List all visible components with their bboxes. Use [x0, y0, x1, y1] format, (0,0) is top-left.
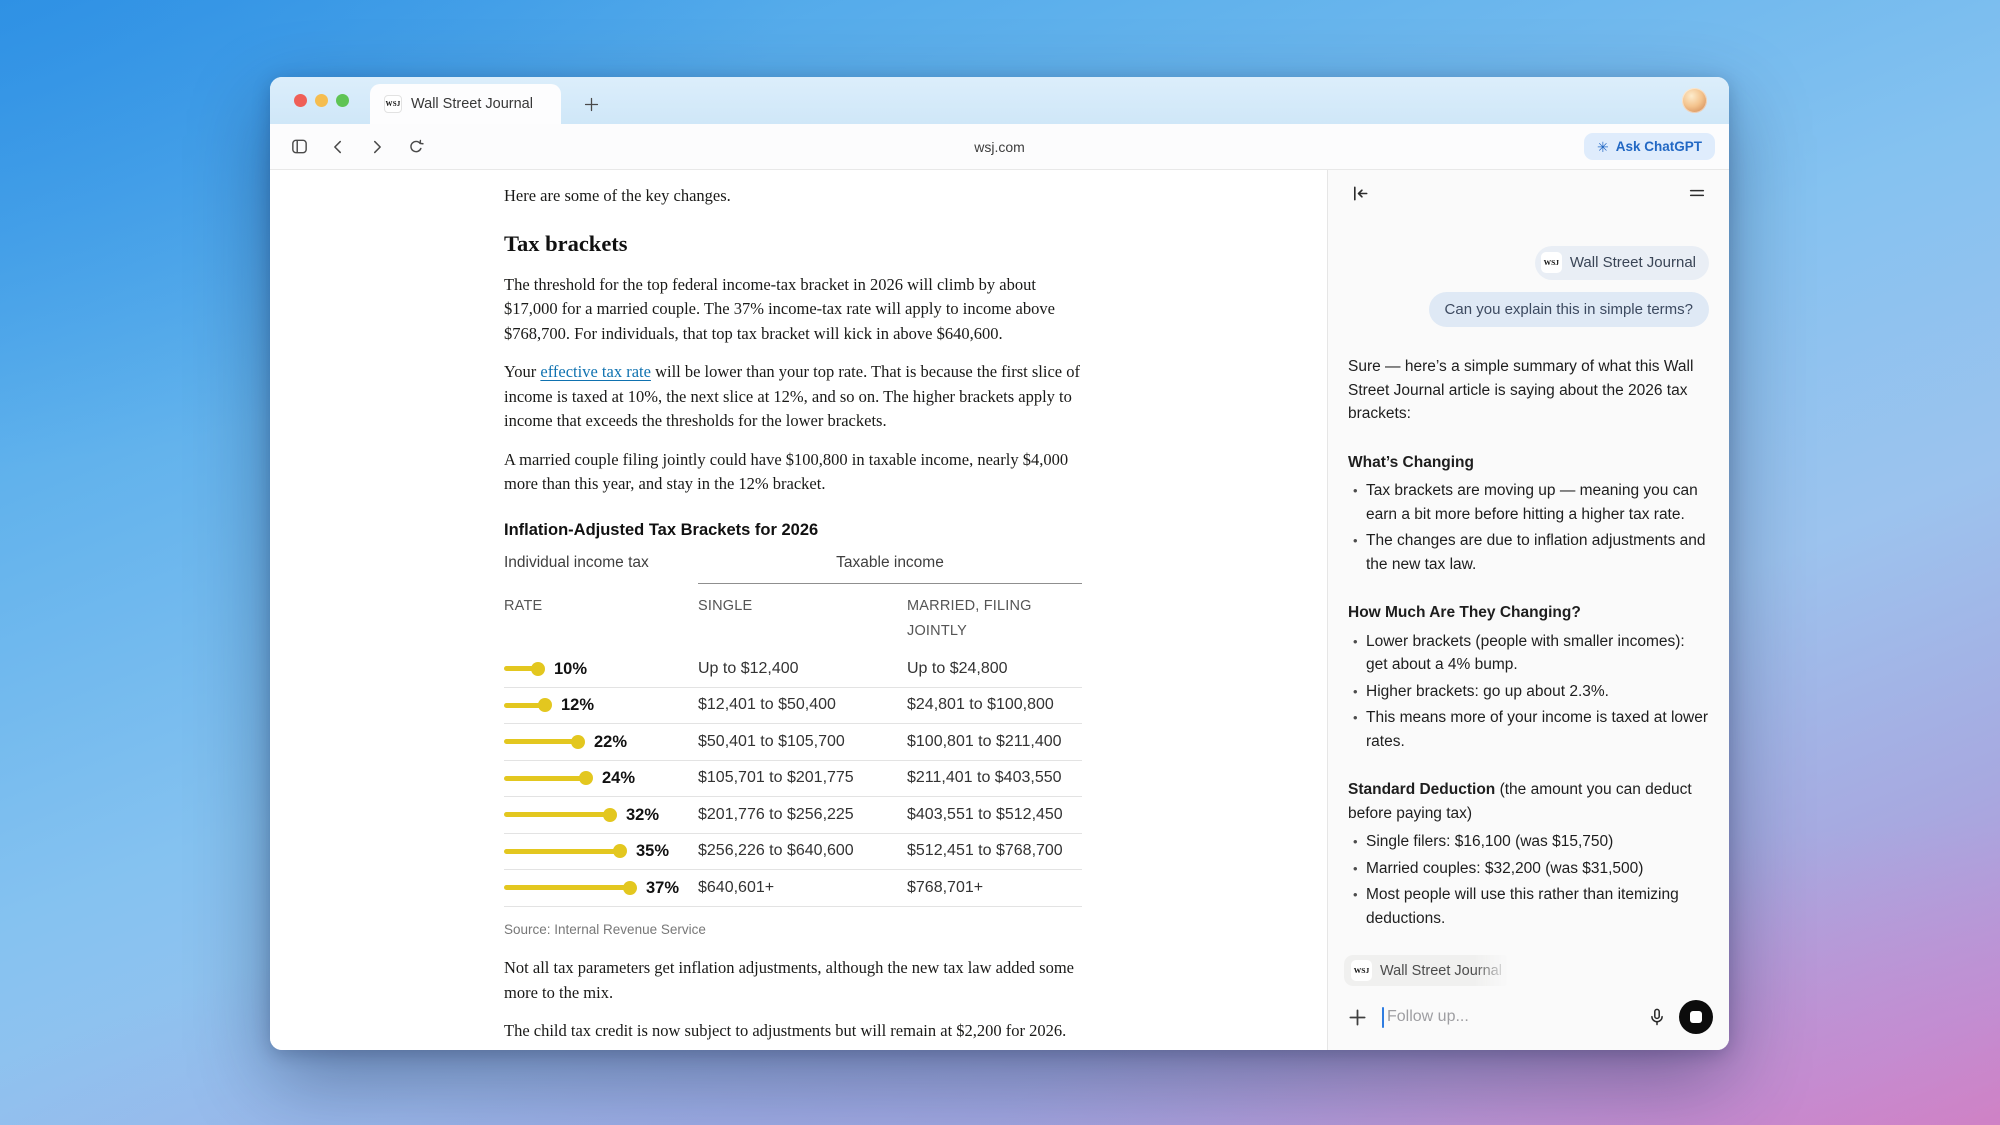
rate-bar: [504, 666, 538, 672]
article-paragraph: The child tax credit is now subject to a…: [504, 1021, 1067, 1040]
article-heading-tax-brackets: Tax brackets: [504, 230, 628, 256]
tab-title: Wall Street Journal: [411, 96, 533, 112]
user-message-bubble: Can you explain this in simple terms?: [1428, 291, 1709, 327]
openai-logo-icon: ✳: [1596, 138, 1609, 155]
reply-section: Standard Deduction (the amount you can d…: [1348, 778, 1709, 930]
article-paragraph: Not all tax parameters get inflation adj…: [504, 958, 1075, 1002]
table-row: 32% $201,776 to $256,225 $403,551 to $51…: [504, 797, 1082, 834]
article-intro: Here are some of the key changes.: [504, 186, 731, 205]
bullet-item: This means more of your income is taxed …: [1348, 706, 1709, 753]
article-paragraph: The threshold for the top federal income…: [504, 274, 1055, 343]
rate-bar: [504, 739, 578, 745]
bullet-item: Most people will use this rather than it…: [1348, 883, 1709, 930]
tax-brackets-table: Inflation-Adjusted Tax Brackets for 2026…: [504, 519, 1082, 943]
article-paragraph: A married couple filing jointly could ha…: [504, 449, 1069, 494]
close-window-button[interactable]: [294, 94, 307, 107]
col-header-rate: RATE: [504, 598, 543, 614]
bullet-item: Higher brackets: go up about 2.3%.: [1348, 680, 1709, 704]
section-title: How Much Are They Changing?: [1348, 604, 1581, 621]
forward-icon[interactable]: [362, 132, 392, 162]
sidebar-menu-icon[interactable]: [1684, 180, 1710, 206]
rate-bar: [504, 702, 545, 708]
bullet-item: Married couples: $32,200 (was $31,500): [1348, 857, 1709, 881]
ask-chatgpt-label: Ask ChatGPT: [1615, 139, 1702, 154]
rate-bar: [504, 812, 610, 818]
sidebar-toggle-icon[interactable]: [284, 132, 314, 162]
chatgpt-sidebar: WSJ Wall Street Journal Can you explain …: [1327, 170, 1729, 1050]
collapse-sidebar-icon[interactable]: [1347, 180, 1373, 206]
tab-bar: WSJ Wall Street Journal: [270, 77, 1729, 124]
table-source: Source: Internal Revenue Service: [504, 921, 706, 937]
wsj-favicon-icon: WSJ: [384, 95, 402, 113]
col-header-single: SINGLE: [698, 598, 753, 614]
table-row: 24% $105,701 to $201,775 $211,401 to $40…: [504, 761, 1082, 797]
address-url[interactable]: wsj.com: [974, 139, 1025, 155]
tab-wall-street-journal[interactable]: WSJ Wall Street Journal: [370, 84, 561, 124]
ask-chatgpt-button[interactable]: ✳ Ask ChatGPT: [1583, 133, 1715, 160]
table-row: 10% Up to $12,400 Up to $24,800: [504, 651, 1082, 688]
context-chip-label: Wall Street Journal: [1380, 962, 1502, 979]
stop-icon: [1690, 1011, 1702, 1023]
context-chip[interactable]: WSJ Wall Street Journal: [1344, 955, 1512, 986]
rate-bar: [504, 775, 586, 781]
rate-bar: [504, 848, 620, 854]
bullet-item: Tax brackets are moving up — meaning you…: [1348, 479, 1709, 526]
section-title: What’s Changing: [1348, 453, 1474, 471]
article-page: Here are some of the key changes. Tax br…: [270, 170, 1327, 1050]
profile-avatar[interactable]: [1682, 88, 1707, 113]
table-row: 12% $12,401 to $50,400 $24,801 to $100,8…: [504, 688, 1082, 724]
assistant-intro: Sure — here’s a simple summary of what t…: [1348, 358, 1694, 422]
rate-bar: [504, 885, 630, 891]
microphone-icon[interactable]: [1643, 1003, 1671, 1031]
reply-section: How Much Are They Changing? Lower bracke…: [1348, 601, 1709, 753]
bullet-item: Lower brackets (people with smaller inco…: [1348, 630, 1709, 677]
bullet-item: The changes are due to inflation adjustm…: [1348, 529, 1709, 576]
chat-composer: WSJ Wall Street Journal: [1328, 929, 1729, 1050]
wsj-logo-icon: WSJ: [1351, 960, 1372, 981]
table-group-right: Taxable income: [698, 551, 1082, 584]
source-chip[interactable]: WSJ Wall Street Journal: [1534, 246, 1709, 280]
col-header-married: MARRIED, FILING JOINTLY: [907, 598, 1032, 639]
reply-section: What’s Changing Tax brackets are moving …: [1348, 451, 1709, 577]
follow-up-input[interactable]: [1387, 1008, 1643, 1026]
navigation-bar: wsj.com ✳ Ask ChatGPT: [270, 124, 1729, 170]
voice-mode-button[interactable]: [1679, 1000, 1713, 1034]
attach-plus-icon[interactable]: [1344, 1004, 1370, 1030]
table-row: 35% $256,226 to $640,600 $512,451 to $76…: [504, 834, 1082, 870]
table-title: Inflation-Adjusted Tax Brackets for 2026: [504, 520, 819, 539]
bullet-item: Single filers: $16,100 (was $15,750): [1348, 830, 1709, 854]
back-icon[interactable]: [323, 132, 353, 162]
article-paragraph: Your effective tax rate will be lower th…: [504, 362, 1080, 430]
text-caret: [1382, 1006, 1384, 1028]
section-title-line: Standard Deduction (the amount you can d…: [1348, 781, 1692, 822]
effective-tax-rate-link[interactable]: effective tax rate: [540, 362, 651, 381]
source-chip-label: Wall Street Journal: [1569, 254, 1696, 271]
table-row: 37% $640,601+ $768,701+: [504, 870, 1082, 907]
browser-window: WSJ Wall Street Journal wsj.com ✳ Ask Ch…: [270, 77, 1729, 1050]
zoom-window-button[interactable]: [336, 94, 349, 107]
chat-thread: WSJ Wall Street Journal Can you explain …: [1328, 216, 1729, 1007]
wsj-logo-icon: WSJ: [1540, 252, 1562, 274]
reload-icon[interactable]: [401, 132, 431, 162]
table-group-left: Individual income tax: [504, 553, 649, 571]
table-row: 22% $50,401 to $105,700 $100,801 to $211…: [504, 724, 1082, 761]
new-tab-button[interactable]: [580, 93, 602, 115]
minimize-window-button[interactable]: [315, 94, 328, 107]
window-controls: [294, 94, 349, 107]
